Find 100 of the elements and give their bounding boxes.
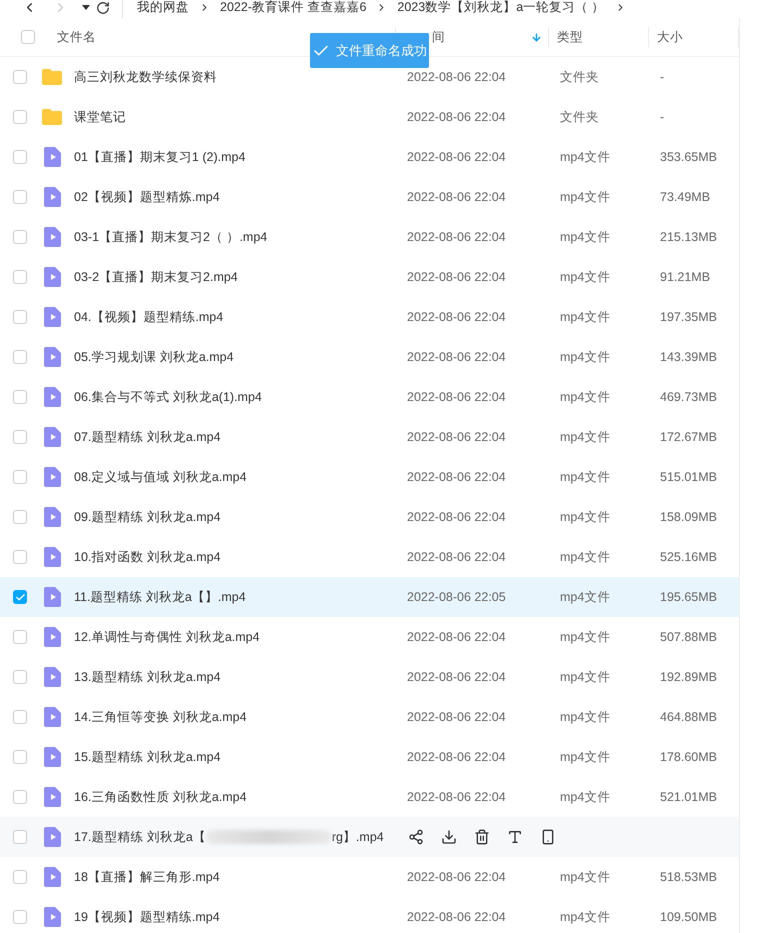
row-checkbox[interactable] bbox=[13, 910, 27, 924]
file-name: 18【直播】解三角形.mp4 bbox=[74, 868, 220, 886]
file-type: mp4文件 bbox=[559, 628, 612, 646]
file-size: 195.65MB bbox=[659, 590, 718, 604]
row-checkbox[interactable] bbox=[13, 670, 27, 684]
file-name: 课堂笔记 bbox=[74, 108, 126, 126]
modified-date: 2022-08-06 22:04 bbox=[406, 710, 507, 724]
modified-date: 2022-08-06 22:04 bbox=[406, 390, 507, 404]
file-type: mp4文件 bbox=[559, 908, 612, 926]
row-checkbox[interactable] bbox=[13, 550, 27, 564]
file-type: mp4文件 bbox=[559, 588, 612, 606]
file-size: 464.88MB bbox=[659, 710, 718, 724]
file-type: mp4文件 bbox=[559, 148, 612, 166]
modified-date: 2022-08-06 22:04 bbox=[406, 630, 507, 644]
column-header[interactable]: 大小 bbox=[657, 28, 683, 46]
file-type: mp4文件 bbox=[559, 348, 612, 366]
file-type: mp4文件 bbox=[559, 708, 612, 726]
row-checkbox[interactable] bbox=[13, 350, 27, 364]
breadcrumb-link[interactable]: 我的网盘 bbox=[137, 0, 189, 16]
column-header[interactable]: 间 bbox=[432, 28, 445, 46]
row-checkbox[interactable] bbox=[13, 270, 27, 284]
column-header[interactable]: 类型 bbox=[557, 28, 583, 46]
file-name: 16.三角函数性质 刘秋龙a.mp4 bbox=[74, 788, 247, 806]
dropdown-caret-icon[interactable] bbox=[82, 5, 90, 10]
file-size: 525.16MB bbox=[659, 550, 718, 564]
row-checkbox[interactable] bbox=[13, 790, 27, 804]
file-size: - bbox=[659, 110, 666, 124]
download-icon[interactable] bbox=[441, 829, 457, 845]
row-checkbox[interactable] bbox=[13, 630, 27, 644]
row-checkbox[interactable] bbox=[13, 150, 27, 164]
file-name: 06.集合与不等式 刘秋龙a(1).mp4 bbox=[74, 388, 262, 406]
file-type: mp4文件 bbox=[559, 308, 612, 326]
row-checkbox[interactable] bbox=[13, 70, 27, 84]
share-icon[interactable] bbox=[408, 829, 424, 845]
file-row[interactable]: 17.题型精练 刘秋龙a【 rg】.mp4 bbox=[0, 817, 739, 857]
folder-icon bbox=[41, 68, 63, 86]
file-type: mp4文件 bbox=[559, 868, 612, 886]
video-file-icon bbox=[44, 227, 61, 247]
modified-date: 2022-08-06 22:04 bbox=[406, 190, 507, 204]
file-type: mp4文件 bbox=[559, 388, 612, 406]
row-checkbox[interactable] bbox=[13, 190, 27, 204]
file-name: 10.指对函数 刘秋龙a.mp4 bbox=[74, 548, 221, 566]
modified-date: 2022-08-06 22:04 bbox=[406, 270, 507, 284]
video-file-icon bbox=[44, 667, 61, 687]
file-type: 文件夹 bbox=[559, 68, 600, 86]
file-type: mp4文件 bbox=[559, 508, 612, 526]
modified-date: 2022-08-06 22:05 bbox=[406, 590, 507, 604]
file-size: 515.01MB bbox=[659, 470, 718, 484]
row-checkbox[interactable] bbox=[13, 510, 27, 524]
toast-message: 文件重命名成功 bbox=[336, 42, 427, 60]
video-file-icon bbox=[44, 307, 61, 327]
file-type: mp4文件 bbox=[559, 668, 612, 686]
file-size: 109.50MB bbox=[659, 910, 718, 924]
video-file-icon bbox=[44, 707, 61, 727]
select-all-checkbox[interactable] bbox=[21, 30, 35, 44]
row-checkbox[interactable] bbox=[13, 230, 27, 244]
row-checkbox[interactable] bbox=[13, 830, 27, 844]
row-checkbox[interactable] bbox=[13, 590, 27, 604]
file-row[interactable]: 11.题型精练 刘秋龙a【】.mp4 2022-08-06 22:05 mp4文件 195.65MB bbox=[0, 577, 739, 617]
row-checkbox[interactable] bbox=[13, 870, 27, 884]
modified-date: 2022-08-06 22:04 bbox=[406, 470, 507, 484]
modified-date: 2022-08-06 22:04 bbox=[406, 870, 507, 884]
file-size: 143.39MB bbox=[659, 350, 718, 364]
video-file-icon bbox=[44, 787, 61, 807]
file-name: rg】.mp4 bbox=[332, 828, 384, 846]
video-file-icon bbox=[44, 147, 61, 167]
video-file-icon bbox=[44, 867, 61, 887]
breadcrumb-link[interactable]: 2022-教育课件 查查嘉嘉6 bbox=[220, 0, 366, 16]
video-file-icon bbox=[44, 347, 61, 367]
file-size: 215.13MB bbox=[659, 230, 718, 244]
phone-icon[interactable] bbox=[540, 829, 556, 845]
modified-date: 2022-08-06 22:04 bbox=[406, 70, 507, 84]
row-checkbox[interactable] bbox=[13, 470, 27, 484]
file-name: 03-2【直播】期末复习2.mp4 bbox=[74, 268, 238, 286]
video-file-icon bbox=[44, 547, 61, 567]
row-checkbox[interactable] bbox=[13, 390, 27, 404]
file-size: 469.73MB bbox=[659, 390, 718, 404]
row-checkbox[interactable] bbox=[13, 710, 27, 724]
delete-icon[interactable] bbox=[474, 829, 490, 845]
modified-date: 2022-08-06 22:04 bbox=[406, 550, 507, 564]
file-size: 518.53MB bbox=[659, 870, 718, 884]
rename-icon[interactable] bbox=[507, 829, 523, 845]
row-checkbox[interactable] bbox=[13, 430, 27, 444]
row-checkbox[interactable] bbox=[13, 310, 27, 324]
column-header[interactable]: 文件名 bbox=[57, 28, 96, 46]
modified-date: 2022-08-06 22:04 bbox=[406, 110, 507, 124]
modified-date: 2022-08-06 22:04 bbox=[406, 230, 507, 244]
file-name: 03-1【直播】期末复习2（ ）.mp4 bbox=[74, 228, 268, 246]
file-name: 12.单调性与奇偶性 刘秋龙a.mp4 bbox=[74, 628, 260, 646]
refresh-button[interactable] bbox=[96, 0, 110, 14]
video-file-icon bbox=[44, 827, 61, 847]
modified-date: 2022-08-06 22:04 bbox=[406, 350, 507, 364]
file-name: 02【视频】题型精炼.mp4 bbox=[74, 188, 220, 206]
row-checkbox[interactable] bbox=[13, 110, 27, 124]
row-checkbox[interactable] bbox=[13, 750, 27, 764]
file-name: 17.题型精练 刘秋龙a【 bbox=[74, 828, 206, 846]
breadcrumb-link[interactable]: 2023数学【刘秋龙】a一轮复习（ ） bbox=[397, 0, 605, 16]
file-type: 文件夹 bbox=[559, 108, 600, 126]
video-file-icon bbox=[44, 467, 61, 487]
file-type: mp4文件 bbox=[559, 228, 612, 246]
